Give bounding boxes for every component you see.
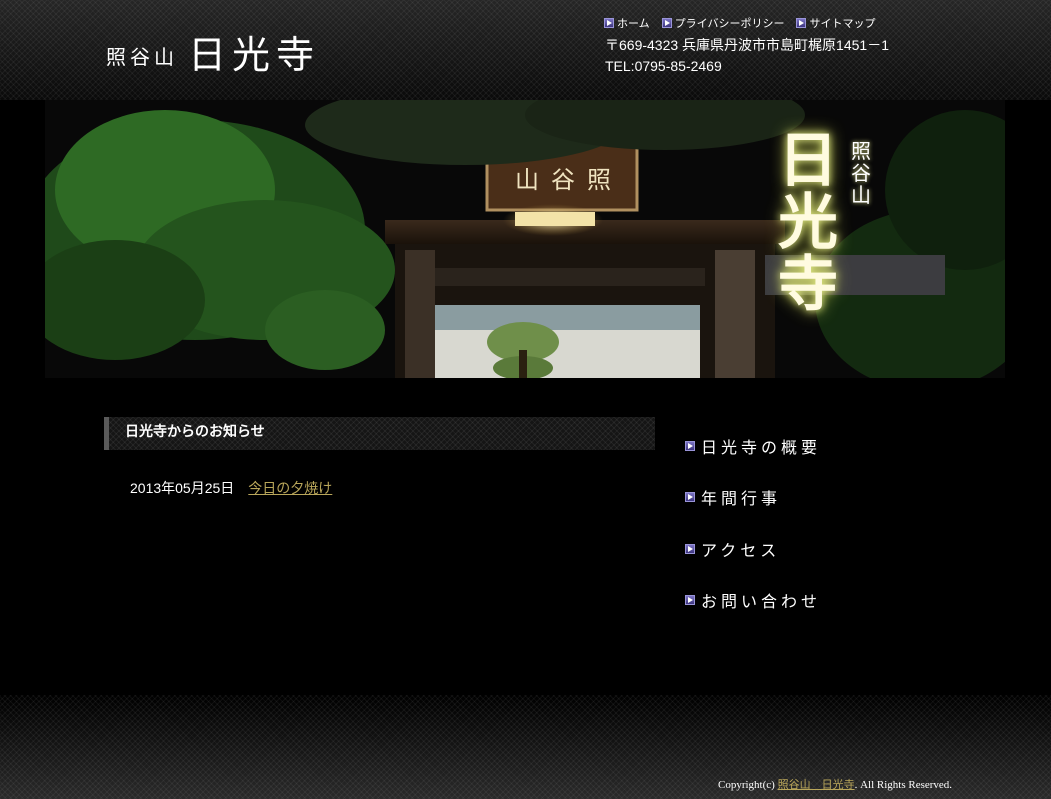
site-footer: Copyright(c) 照谷山 日光寺. All Rights Reserve…: [718, 776, 952, 792]
telephone: TEL:0795-85-2469: [605, 58, 722, 74]
sidebar-link-overview[interactable]: 日光寺の概要: [685, 431, 821, 461]
banner-temple-calligraphy: 日 光 寺: [778, 126, 838, 320]
sidebar-label-access: アクセス: [701, 540, 781, 560]
logo-mountain-name: 照谷山: [106, 45, 178, 69]
nav-privacy-label: プライバシーポリシー: [674, 17, 785, 30]
contact-info: 〒669-4323 兵庫県丹波市市島町梶原1451－1 TEL:0795-85-…: [605, 35, 889, 77]
nav-sitemap-label: サイトマップ: [809, 17, 876, 30]
news-title-link[interactable]: 今日の夕焼け: [248, 481, 332, 497]
site-logo[interactable]: 照谷山 日光寺: [106, 24, 320, 79]
sidebar-label-contact: お問い合わせ: [701, 592, 822, 612]
postal-address: 〒669-4323 兵庫県丹波市市島町梶原1451－1: [605, 37, 889, 53]
sidebar-item-access: アクセス: [685, 523, 935, 575]
sidebar-link-access[interactable]: アクセス: [685, 534, 780, 564]
arrow-right-icon: [796, 18, 807, 28]
arrow-right-icon: [685, 492, 695, 503]
footer-site-link[interactable]: 照谷山 日光寺: [778, 779, 855, 791]
gate-plaque-text: 山谷照: [515, 166, 623, 194]
copyright-prefix: Copyright(c): [718, 779, 778, 791]
news-heading: 日光寺からのお知らせ: [104, 417, 655, 450]
sidebar-label-events: 年間行事: [701, 489, 782, 509]
arrow-right-icon: [661, 18, 672, 28]
news-date: 2013年05月25日: [130, 480, 235, 496]
copyright-suffix: . All Rights Reserved.: [854, 779, 953, 791]
top-navigation: ホーム プライバシーポリシー サイトマップ: [604, 15, 875, 31]
news-list-item: 2013年05月25日 今日の夕焼け: [130, 478, 332, 498]
sidebar-item-contact: お問い合わせ: [685, 575, 935, 627]
logo-temple-name: 日光寺: [188, 33, 321, 77]
sidebar-navigation: 日光寺の概要 年間行事 アクセス お問い合わせ: [685, 420, 935, 626]
sidebar-item-overview: 日光寺の概要: [685, 420, 935, 472]
nav-sitemap-link[interactable]: サイトマップ: [796, 15, 875, 31]
sidebar-item-events: 年間行事: [685, 472, 935, 524]
sidebar-label-overview: 日光寺の概要: [701, 437, 822, 457]
arrow-right-icon: [685, 543, 695, 554]
nav-home-label: ホーム: [617, 17, 650, 30]
hero-banner: 山谷照 日 光 寺 照 谷 山: [45, 100, 1005, 378]
banner-mountain-calligraphy: 照 谷 山: [851, 139, 871, 207]
arrow-right-icon: [685, 595, 695, 606]
nav-privacy-link[interactable]: プライバシーポリシー: [661, 15, 785, 31]
arrow-right-icon: [604, 18, 614, 28]
sidebar-link-contact[interactable]: お問い合わせ: [685, 585, 821, 615]
nav-home-link[interactable]: ホーム: [604, 15, 650, 31]
sidebar-link-events[interactable]: 年間行事: [685, 482, 781, 512]
arrow-right-icon: [685, 440, 695, 451]
